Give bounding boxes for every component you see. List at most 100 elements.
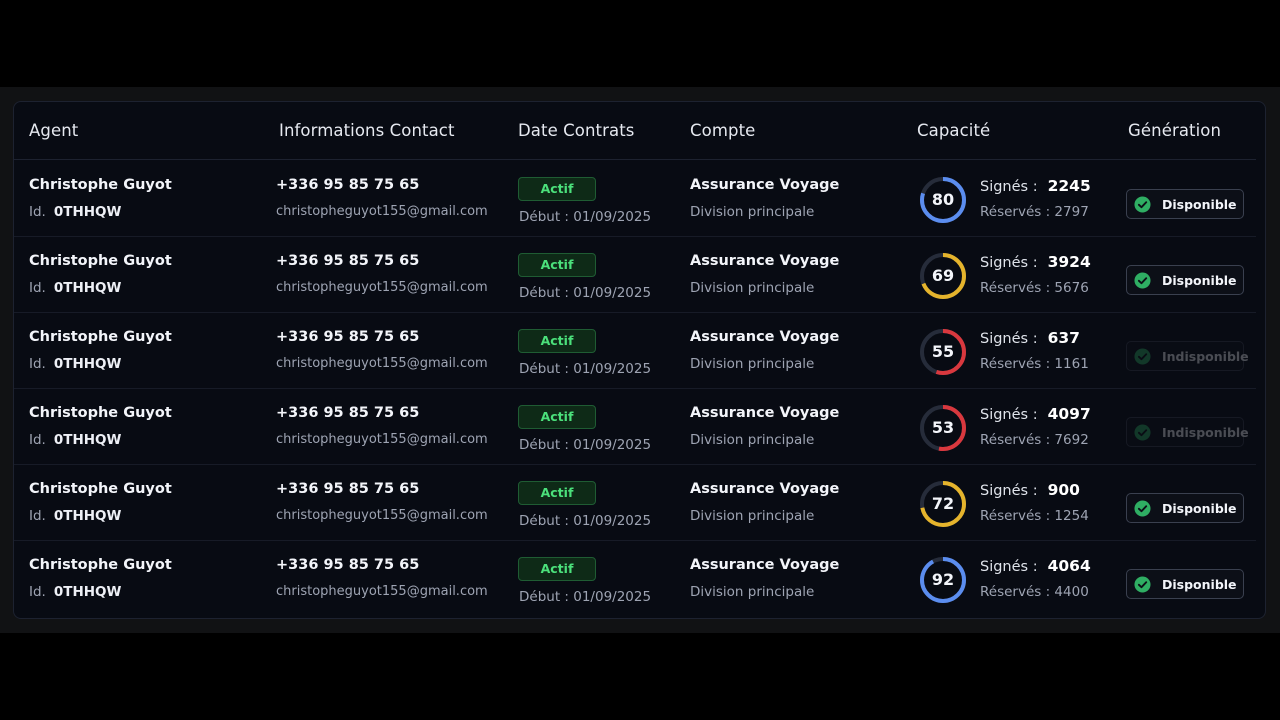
reserves-count: Réservés : 1254 xyxy=(980,508,1089,524)
check-circle-icon xyxy=(1134,576,1151,593)
contact-phone[interactable]: +336 95 85 75 65 xyxy=(276,481,419,497)
agent-id-label: Id. xyxy=(29,280,46,296)
check-circle-icon xyxy=(1134,348,1151,365)
contact-email[interactable]: christopheguyot155@gmail.com xyxy=(276,508,488,523)
table-row[interactable]: Christophe Guyot Id. 0THHQW +336 95 85 75… xyxy=(14,313,1256,389)
signes-label: Signés : xyxy=(980,407,1038,423)
account-name: Assurance Voyage xyxy=(690,557,840,573)
signes-value: 4064 xyxy=(1047,557,1091,575)
contract-start-date: Début : 01/09/2025 xyxy=(519,209,652,225)
contact-email[interactable]: christopheguyot155@gmail.com xyxy=(276,204,488,219)
reserves-count: Réservés : 1161 xyxy=(980,356,1089,372)
contact-phone[interactable]: +336 95 85 75 65 xyxy=(276,329,419,345)
signes-value: 900 xyxy=(1047,481,1080,499)
account-name: Assurance Voyage xyxy=(690,253,840,269)
contact-email[interactable]: christopheguyot155@gmail.com xyxy=(276,584,488,599)
generation-label: Disponible xyxy=(1162,501,1237,516)
signes-label: Signés : xyxy=(980,255,1038,271)
contract-start-date: Début : 01/09/2025 xyxy=(519,437,652,453)
contract-start-date: Début : 01/09/2025 xyxy=(519,361,652,377)
capacity-gauge: 69 xyxy=(918,251,968,301)
account-division: Division principale xyxy=(690,356,815,372)
reserves-count: Réservés : 7692 xyxy=(980,432,1089,448)
agents-table: Agent Informations Contact Date Contrats… xyxy=(13,101,1266,619)
agent-id-value: 0THHQW xyxy=(53,584,122,600)
contact-phone[interactable]: +336 95 85 75 65 xyxy=(276,405,419,421)
capacity-value: 92 xyxy=(931,570,955,589)
signes-value: 637 xyxy=(1047,329,1080,347)
contact-email[interactable]: christopheguyot155@gmail.com xyxy=(276,432,488,447)
agent-id: Id. 0THHQW xyxy=(29,508,121,524)
header-date: Date Contrats xyxy=(518,121,635,140)
account-division: Division principale xyxy=(690,508,815,524)
signes-count: Signés : 900 xyxy=(980,481,1080,499)
signes-label: Signés : xyxy=(980,331,1038,347)
generation-button[interactable]: Indisponible xyxy=(1126,417,1249,447)
table-row[interactable]: Christophe Guyot Id. 0THHQW +336 95 85 75… xyxy=(14,541,1256,617)
signes-label: Signés : xyxy=(980,483,1038,499)
table-row[interactable]: Christophe Guyot Id. 0THHQW +336 95 85 75… xyxy=(14,465,1256,541)
status-badge: Actif xyxy=(518,177,596,201)
generation-button[interactable]: Disponible xyxy=(1126,265,1244,295)
contact-phone[interactable]: +336 95 85 75 65 xyxy=(276,557,419,573)
contact-phone[interactable]: +336 95 85 75 65 xyxy=(276,253,419,269)
generation-button[interactable]: Disponible xyxy=(1126,189,1244,219)
contract-start-date: Début : 01/09/2025 xyxy=(519,513,652,529)
header-compte: Compte xyxy=(690,121,756,140)
capacity-gauge: 92 xyxy=(918,555,968,605)
signes-value: 3924 xyxy=(1047,253,1091,271)
generation-label: Disponible xyxy=(1162,577,1237,592)
table-header: Agent Informations Contact Date Contrats… xyxy=(14,102,1256,160)
agent-name: Christophe Guyot xyxy=(29,329,172,345)
table-row[interactable]: Christophe Guyot Id. 0THHQW +336 95 85 75… xyxy=(14,389,1256,465)
contact-phone[interactable]: +336 95 85 75 65 xyxy=(276,177,419,193)
account-name: Assurance Voyage xyxy=(690,177,840,193)
agent-id-value: 0THHQW xyxy=(53,432,122,448)
account-division: Division principale xyxy=(690,204,815,220)
signes-count: Signés : 3924 xyxy=(980,253,1091,271)
check-circle-icon xyxy=(1134,272,1151,289)
table-row[interactable]: Christophe Guyot Id. 0THHQW +336 95 85 75… xyxy=(14,237,1256,313)
agent-id-label: Id. xyxy=(29,356,46,372)
contact-email[interactable]: christopheguyot155@gmail.com xyxy=(276,356,488,371)
capacity-value: 72 xyxy=(931,494,955,513)
capacity-gauge: 53 xyxy=(918,403,968,453)
agent-id-value: 0THHQW xyxy=(53,356,122,372)
check-circle-icon xyxy=(1134,196,1151,213)
account-division: Division principale xyxy=(690,584,815,600)
agent-id: Id. 0THHQW xyxy=(29,356,121,372)
generation-button[interactable]: Indisponible xyxy=(1126,341,1249,371)
agent-name: Christophe Guyot xyxy=(29,405,172,421)
signes-count: Signés : 4097 xyxy=(980,405,1091,423)
generation-button[interactable]: Disponible xyxy=(1126,493,1244,523)
signes-value: 2245 xyxy=(1047,177,1091,195)
reserves-count: Réservés : 4400 xyxy=(980,584,1089,600)
capacity-value: 80 xyxy=(931,190,955,209)
capacity-value: 55 xyxy=(931,342,955,361)
header-contact: Informations Contact xyxy=(279,121,455,140)
agent-id-label: Id. xyxy=(29,204,46,220)
account-name: Assurance Voyage xyxy=(690,329,840,345)
table-row[interactable]: Christophe Guyot Id. 0THHQW +336 95 85 75… xyxy=(14,161,1256,237)
status-badge: Actif xyxy=(518,253,596,277)
contract-start-date: Début : 01/09/2025 xyxy=(519,589,652,605)
agent-id: Id. 0THHQW xyxy=(29,584,121,600)
status-badge: Actif xyxy=(518,329,596,353)
signes-label: Signés : xyxy=(980,179,1038,195)
agent-id-label: Id. xyxy=(29,432,46,448)
status-badge: Actif xyxy=(518,405,596,429)
generation-button[interactable]: Disponible xyxy=(1126,569,1244,599)
agent-id-label: Id. xyxy=(29,584,46,600)
signes-value: 4097 xyxy=(1047,405,1091,423)
signes-count: Signés : 637 xyxy=(980,329,1080,347)
contact-email[interactable]: christopheguyot155@gmail.com xyxy=(276,280,488,295)
reserves-count: Réservés : 2797 xyxy=(980,204,1089,220)
account-division: Division principale xyxy=(690,280,815,296)
account-name: Assurance Voyage xyxy=(690,481,840,497)
generation-label: Disponible xyxy=(1162,273,1237,288)
status-badge: Actif xyxy=(518,557,596,581)
reserves-count: Réservés : 5676 xyxy=(980,280,1089,296)
agent-name: Christophe Guyot xyxy=(29,557,172,573)
capacity-value: 53 xyxy=(931,418,955,437)
agent-id-value: 0THHQW xyxy=(53,280,122,296)
